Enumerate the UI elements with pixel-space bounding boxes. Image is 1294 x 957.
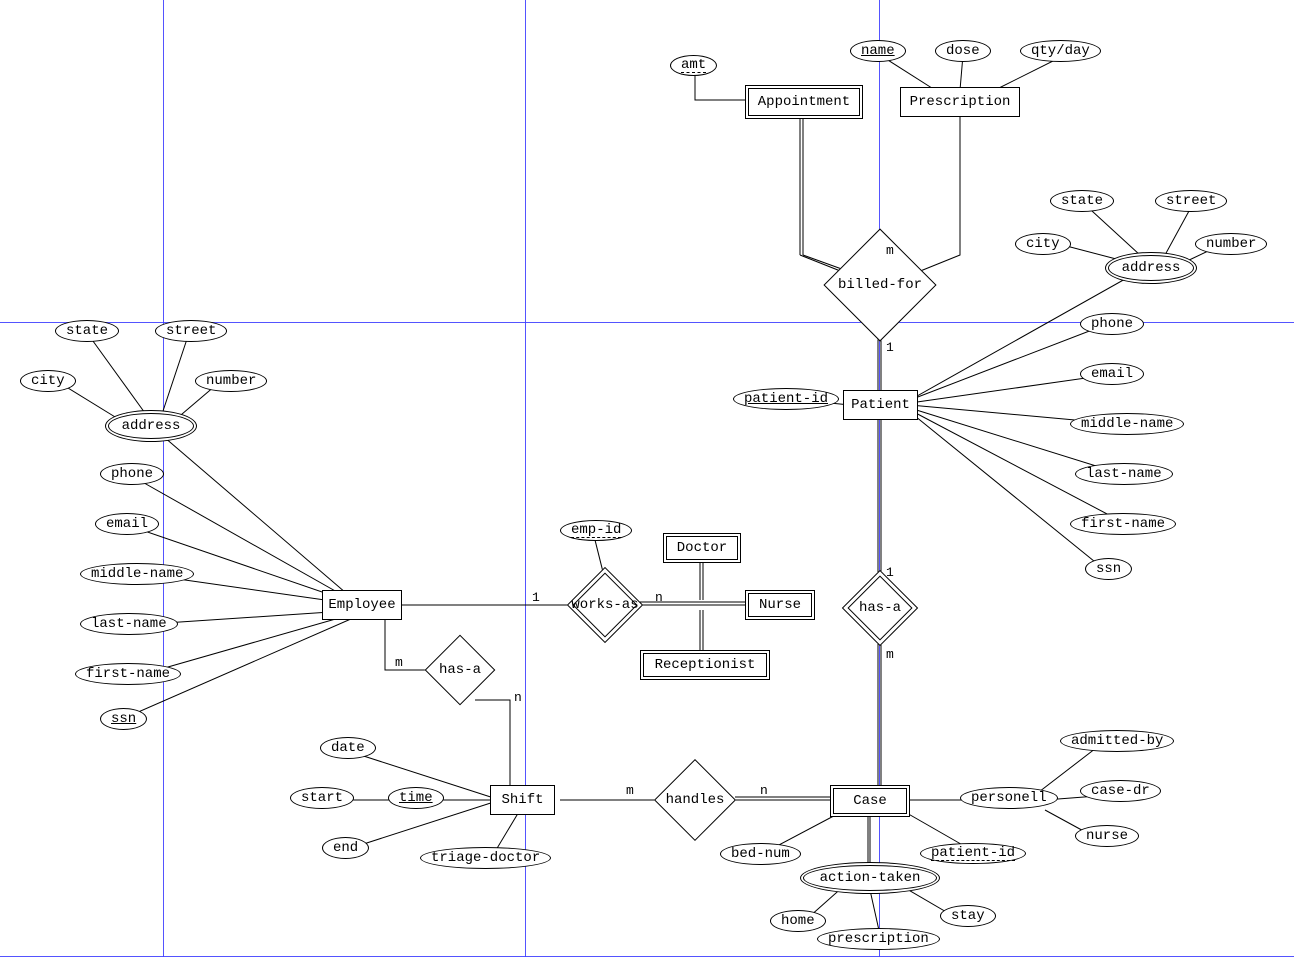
attr-emp-last-name: last-name xyxy=(80,613,178,635)
card-billed-for-m: m xyxy=(886,243,894,258)
attr-case-patient-id-label: patient-id xyxy=(931,846,1015,861)
attr-emp-street: street xyxy=(155,320,227,342)
entity-appointment: Appointment xyxy=(745,85,863,119)
attr-works-as-emp-id-label: emp-id xyxy=(571,523,621,538)
attr-presc-qty-day: qty/day xyxy=(1020,40,1101,62)
card-works-as-1: 1 xyxy=(532,590,540,605)
attr-emp-email: email xyxy=(95,513,159,535)
relationship-billed-for-label: billed-for xyxy=(838,277,922,293)
entity-patient: Patient xyxy=(843,390,918,420)
attr-pat-address-label: address xyxy=(1122,260,1181,276)
entity-shift: Shift xyxy=(490,785,555,815)
attr-shift-time-label: time xyxy=(399,790,433,806)
attr-pat-street: street xyxy=(1155,190,1227,212)
entity-nurse: Nurse xyxy=(745,590,815,620)
entity-patient-label: Patient xyxy=(851,397,910,413)
attr-works-as-emp-id: emp-id xyxy=(560,520,632,541)
attr-case-action-taken-label: action-taken xyxy=(820,870,921,886)
attr-case-case-dr: case-dr xyxy=(1080,780,1161,802)
entity-receptionist-label: Receptionist xyxy=(655,657,756,673)
card-has-a-emp-n: n xyxy=(514,690,522,705)
attr-shift-time: time xyxy=(388,787,444,809)
card-handles-m: m xyxy=(626,783,634,798)
attr-shift-date: date xyxy=(320,737,376,759)
attr-case-stay: stay xyxy=(940,905,996,927)
card-has-a-pat-1: 1 xyxy=(886,565,894,580)
attr-shift-start: start xyxy=(290,787,354,809)
attr-emp-ssn-label: ssn xyxy=(111,711,136,727)
attr-emp-state: state xyxy=(55,320,119,342)
attr-presc-name: name xyxy=(850,40,906,62)
attr-pat-patient-id: patient-id xyxy=(733,388,839,410)
entity-case: Case xyxy=(830,785,910,817)
attr-emp-address: address xyxy=(105,410,197,442)
entity-employee: Employee xyxy=(322,590,402,620)
attr-pat-number: number xyxy=(1195,233,1267,255)
attr-emp-number: number xyxy=(195,370,267,392)
attr-emp-city: city xyxy=(20,370,76,392)
relationship-has-a-emp-label: has-a xyxy=(439,662,481,678)
attr-emp-ssn: ssn xyxy=(100,708,147,730)
entity-shift-label: Shift xyxy=(501,792,543,808)
card-has-a-emp-m: m xyxy=(395,655,403,670)
attr-pat-middle-name: middle-name xyxy=(1070,413,1184,435)
attr-presc-dose: dose xyxy=(935,40,991,62)
attr-pat-phone: phone xyxy=(1080,313,1144,335)
attr-case-bed-num: bed-num xyxy=(720,843,801,865)
entity-receptionist: Receptionist xyxy=(640,650,770,680)
entity-prescription-label: Prescription xyxy=(910,94,1011,110)
attr-shift-triage-doctor: triage-doctor xyxy=(420,847,551,869)
attr-emp-phone: phone xyxy=(100,463,164,485)
attr-emp-middle-name: middle-name xyxy=(80,563,194,585)
card-has-a-pat-m: m xyxy=(886,647,894,662)
attr-case-home: home xyxy=(770,910,826,932)
card-handles-n: n xyxy=(760,783,768,798)
attr-pat-ssn: ssn xyxy=(1085,558,1132,580)
attr-shift-end: end xyxy=(322,837,369,859)
attr-case-admitted-by: admitted-by xyxy=(1060,730,1174,752)
attr-pat-address: address xyxy=(1105,252,1197,284)
attr-case-personell: personell xyxy=(960,787,1058,809)
attr-appt-amt: amt xyxy=(670,55,717,76)
attr-case-nurse: nurse xyxy=(1075,825,1139,847)
card-billed-for-1: 1 xyxy=(886,340,894,355)
relationship-has-a-pat-label: has-a xyxy=(859,600,901,616)
entity-employee-label: Employee xyxy=(328,597,395,613)
attr-pat-patient-id-label: patient-id xyxy=(744,391,828,407)
relationship-works-as-label: works-as xyxy=(571,597,638,613)
entity-prescription: Prescription xyxy=(900,87,1020,117)
attr-pat-city: city xyxy=(1015,233,1071,255)
entity-doctor-label: Doctor xyxy=(677,540,727,556)
attr-pat-email: email xyxy=(1080,363,1144,385)
attr-pat-state: state xyxy=(1050,190,1114,212)
entity-doctor: Doctor xyxy=(663,533,741,563)
relationship-handles-label: handles xyxy=(666,792,725,808)
attr-pat-first-name: first-name xyxy=(1070,513,1176,535)
attr-pat-last-name: last-name xyxy=(1075,463,1173,485)
attr-presc-name-label: name xyxy=(861,43,895,59)
entity-nurse-label: Nurse xyxy=(759,597,801,613)
card-works-as-n: n xyxy=(655,590,663,605)
entity-case-label: Case xyxy=(853,793,887,809)
attr-case-action-taken: action-taken xyxy=(800,862,940,894)
attr-case-patient-id: patient-id xyxy=(920,843,1026,864)
attr-emp-first-name: first-name xyxy=(75,663,181,685)
attr-emp-address-label: address xyxy=(122,418,181,434)
entity-appointment-label: Appointment xyxy=(758,94,850,110)
attr-appt-amt-label: amt xyxy=(681,58,706,73)
attr-case-prescription: prescription xyxy=(817,928,940,950)
